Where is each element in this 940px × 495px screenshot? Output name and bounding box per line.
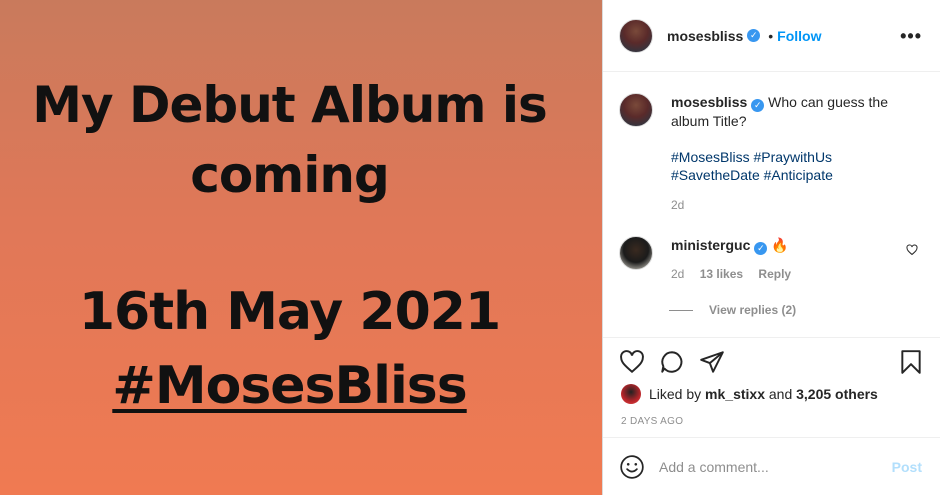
- comment-actions: 2d 13 likes Reply: [671, 265, 803, 283]
- caption-avatar[interactable]: [619, 93, 653, 127]
- comment-input[interactable]: [659, 458, 879, 475]
- hashtags-line-1[interactable]: #MosesBliss #PraywithUs: [671, 148, 911, 166]
- comment-likes[interactable]: 13 likes: [700, 267, 743, 281]
- comment-icon[interactable]: [659, 349, 685, 375]
- post-timestamp[interactable]: 2 DAYS AGO: [621, 416, 683, 427]
- view-replies-button[interactable]: View replies (2): [669, 303, 796, 317]
- liker-avatar[interactable]: [621, 384, 641, 404]
- likes-summary: Liked by mk_stixx and 3,205 others: [621, 384, 878, 404]
- post-action-bar: [619, 345, 924, 379]
- add-comment-bar: Post: [603, 437, 940, 495]
- instagram-post: My Debut Album is coming 16th May 2021 #…: [0, 0, 940, 495]
- author-username[interactable]: mosesbliss: [667, 28, 743, 44]
- caption-body: mosesbliss ✓ Who can guess the album Titl…: [671, 93, 911, 214]
- caption-verified-badge-icon: ✓: [751, 99, 765, 112]
- comment-age: 2d: [671, 267, 685, 281]
- comment-body: ministerguc ✓ 🔥 2d 13 likes Reply: [671, 236, 803, 283]
- caption-age: 2d: [671, 198, 685, 212]
- hashtags-line-2[interactable]: #SavetheDate #Anticipate: [671, 166, 911, 184]
- image-hashtag: #MosesBliss: [112, 356, 467, 416]
- share-icon[interactable]: [699, 349, 725, 375]
- commenter-verified-badge-icon: ✓: [754, 242, 768, 255]
- commenter-username[interactable]: ministerguc: [671, 237, 750, 253]
- author-avatar[interactable]: [619, 18, 653, 53]
- post-side-panel: mosesbliss ✓ • Follow ••• mosesbliss ✓ Wh…: [603, 0, 940, 495]
- view-replies-rule: [669, 309, 693, 311]
- likes-prefix: Liked by: [649, 386, 702, 402]
- heart-icon[interactable]: [619, 349, 645, 375]
- liker-username[interactable]: mk_stixx: [705, 386, 765, 402]
- likes-others[interactable]: 3,205 others: [796, 386, 878, 402]
- post-comment-button[interactable]: Post: [892, 459, 922, 475]
- smile-icon[interactable]: [619, 454, 645, 480]
- image-text-line-3: 16th May 2021: [78, 282, 501, 342]
- comment-like-heart-icon[interactable]: [906, 244, 918, 256]
- view-replies-label: View replies (2): [709, 303, 797, 317]
- image-text-line-4: #MosesBliss: [0, 356, 591, 416]
- reply-button[interactable]: Reply: [758, 267, 791, 281]
- caption: mosesbliss ✓ Who can guess the album Titl…: [619, 93, 911, 214]
- follow-button[interactable]: Follow: [777, 28, 821, 44]
- bookmark-icon[interactable]: [898, 349, 924, 375]
- image-text-line-2: coming: [190, 146, 390, 204]
- post-header: mosesbliss ✓ • Follow •••: [603, 0, 940, 72]
- post-image[interactable]: My Debut Album is coming 16th May 2021 #…: [0, 0, 603, 495]
- separator-dot: •: [768, 27, 774, 44]
- verified-badge-icon: ✓: [747, 29, 761, 42]
- comment-text: 🔥: [771, 237, 789, 253]
- caption-username[interactable]: mosesbliss: [671, 94, 747, 110]
- comment-item: ministerguc ✓ 🔥 2d 13 likes Reply: [619, 236, 924, 283]
- comments-section[interactable]: mosesbliss ✓ Who can guess the album Titl…: [603, 73, 940, 338]
- commenter-avatar[interactable]: [619, 236, 653, 270]
- likes-middle: and: [768, 386, 793, 402]
- more-options-icon[interactable]: •••: [900, 26, 922, 47]
- image-text-line-1: My Debut Album is: [32, 76, 548, 134]
- caption-hashtags: #MosesBliss #PraywithUs #SavetheDate #An…: [671, 148, 911, 184]
